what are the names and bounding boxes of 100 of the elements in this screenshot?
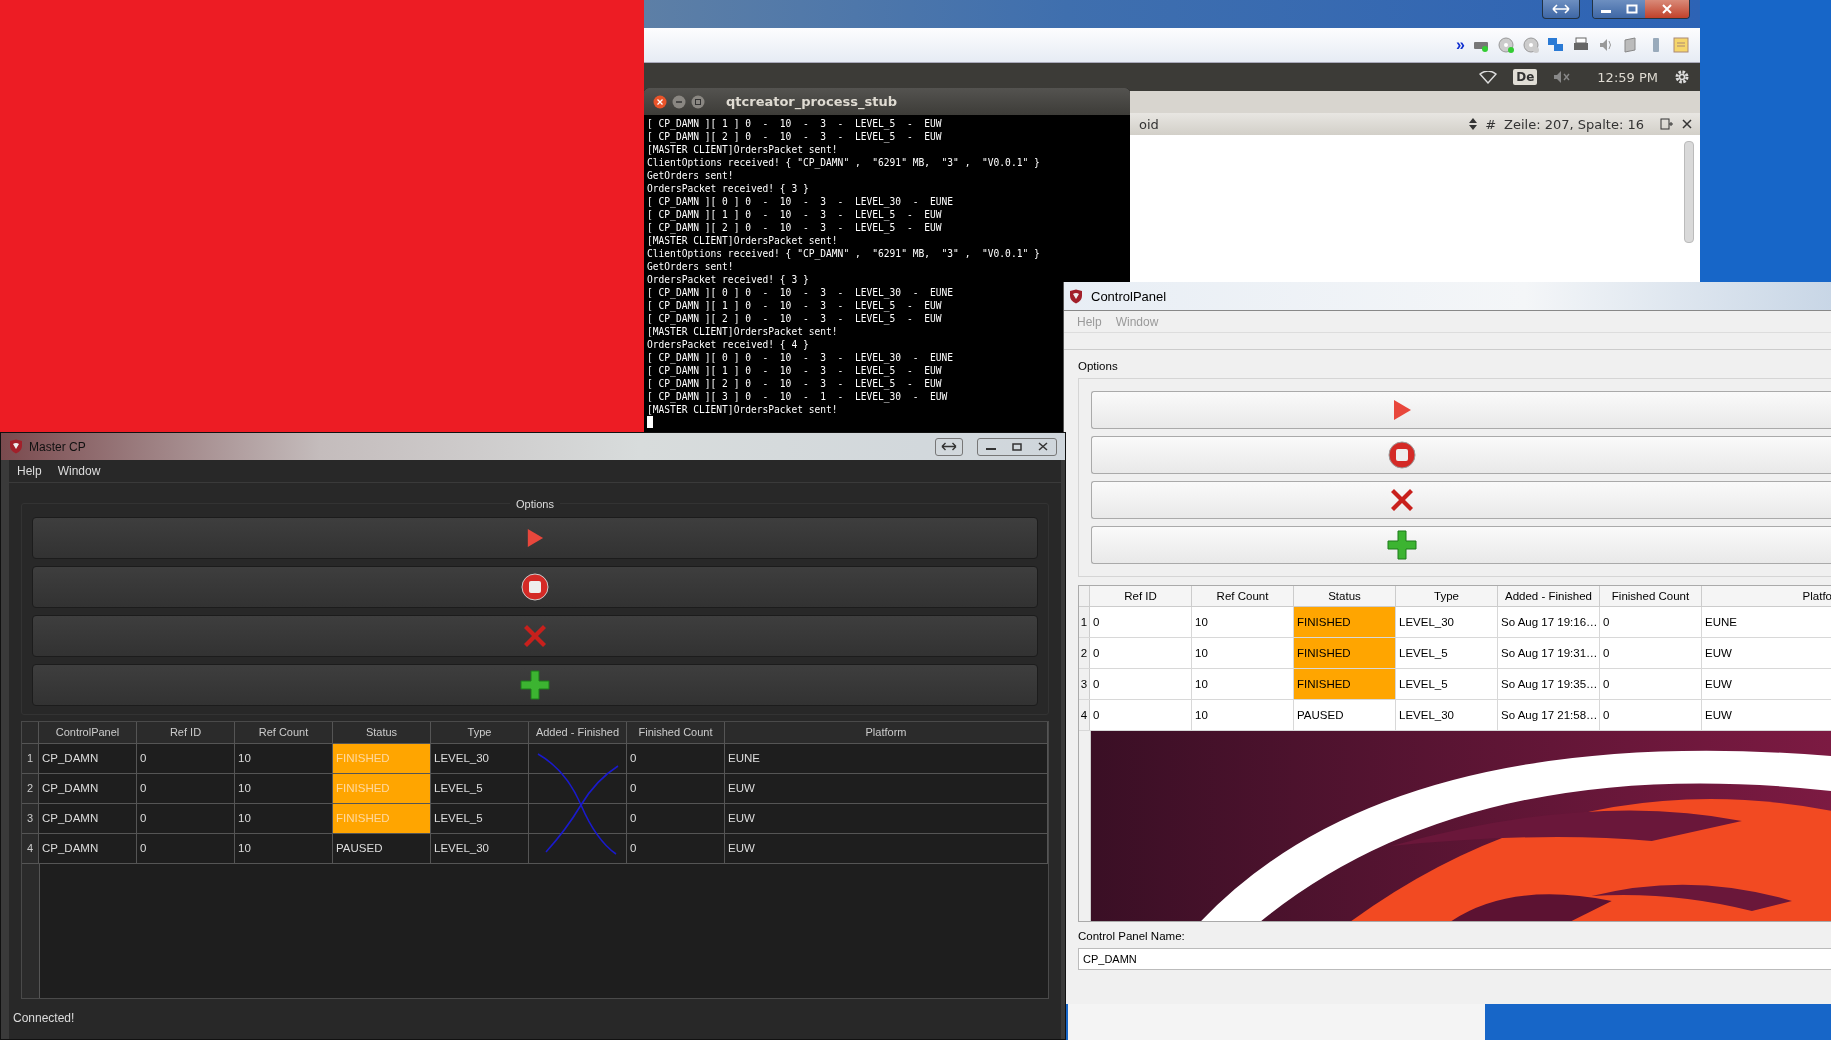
split-icon[interactable] <box>1660 118 1674 130</box>
stop-button[interactable] <box>1091 436 1831 474</box>
menu-item[interactable]: Help <box>17 464 42 478</box>
play-icon <box>526 527 544 549</box>
table-cell: 10 <box>1192 700 1294 730</box>
table-cell: CP_DAMN <box>39 804 137 833</box>
row-header[interactable]: 2 <box>1079 638 1090 668</box>
terminal-line: [MASTER CLIENT]OrdersPacket sent! <box>647 143 838 156</box>
column-header[interactable]: Finished Count <box>627 722 725 743</box>
resize-button[interactable] <box>935 437 963 456</box>
row-header[interactable]: 3 <box>1079 669 1090 699</box>
row-header[interactable]: 4 <box>22 834 39 863</box>
caret-icon[interactable] <box>1469 118 1478 130</box>
column-header[interactable]: Ref ID <box>137 722 235 743</box>
terminal-line: ClientOptions received! { "CP_DAMN" , "6291" MB, "3" , "V0.0.1" } <box>647 156 1040 169</box>
terminal-line: OrdersPacket received! { 3 } <box>647 182 809 195</box>
table-cell: EUNE <box>725 744 1048 773</box>
table-cell: LEVEL_5 <box>1396 669 1498 699</box>
clock[interactable]: 12:59 PM <box>1597 69 1658 85</box>
table-cell: EUW <box>725 834 1048 863</box>
row-header[interactable]: 4 <box>1079 700 1090 730</box>
terminal-line: [ CP_DAMN ][ 2 ] 0 - 10 - 3 - LEVEL_5 - EUW <box>647 221 942 234</box>
table-cell: 0 <box>137 834 235 863</box>
terminal-line: [ CP_DAMN ][ 1 ] 0 - 10 - 3 - LEVEL_5 - EUW <box>647 299 942 312</box>
table-cell: 0 <box>1090 669 1192 699</box>
table-cell: 0 <box>1600 669 1702 699</box>
column-header[interactable]: Type <box>1396 586 1498 606</box>
scrollbar[interactable] <box>1684 141 1694 243</box>
terminal-line: GetOrders sent! <box>647 260 734 273</box>
column-header[interactable]: Status <box>1294 586 1396 606</box>
close-button[interactable] <box>1645 0 1689 18</box>
status-cell: FINISHED <box>333 804 431 833</box>
resize-button[interactable] <box>1542 0 1580 19</box>
terminal-line: [ CP_DAMN ][ 1 ] 0 - 10 - 3 - LEVEL_5 - EUW <box>647 117 942 130</box>
column-header[interactable]: Platfo <box>1702 586 1831 606</box>
table-cell: 0 <box>1600 638 1702 668</box>
status-text: Connected! <box>13 1011 75 1025</box>
note-icon[interactable] <box>1672 36 1690 54</box>
close-icon[interactable] <box>653 94 667 109</box>
table-cell: CP_DAMN <box>39 744 137 773</box>
text-cursor <box>647 416 653 428</box>
table-cell: 0 <box>627 804 725 833</box>
name-input[interactable]: CP_DAMN <box>1078 948 1831 970</box>
column-header[interactable]: Platform <box>725 722 1048 743</box>
group-label: Options <box>1078 360 1119 372</box>
window-title: Master CP <box>29 439 86 454</box>
column-header[interactable]: Added - Finished <box>529 722 627 743</box>
table-cell-text: EUW <box>1704 646 1733 661</box>
row-header[interactable]: 1 <box>1079 607 1090 637</box>
table-cell-text: EUNE <box>1704 615 1738 630</box>
column-header[interactable]: Ref ID <box>1090 586 1192 606</box>
column-header[interactable]: Ref Count <box>235 722 333 743</box>
window-title: qtcreator_process_stub <box>726 94 897 109</box>
symbol-label: # <box>1485 116 1497 132</box>
stop-icon <box>521 573 549 601</box>
minimize-button[interactable] <box>1593 0 1619 18</box>
menu-item[interactable]: Window <box>57 464 101 478</box>
table-cell-text: EUW <box>1704 677 1733 692</box>
plus-icon <box>520 670 550 700</box>
row-header[interactable]: 1 <box>22 744 39 773</box>
terminal-line: [ CP_DAMN ][ 1 ] 0 - 10 - 3 - LEVEL_5 - EUW <box>647 208 942 221</box>
muted-speaker-icon[interactable] <box>1553 70 1572 84</box>
column-header[interactable]: ControlPanel <box>39 722 137 743</box>
terminal-line: [ CP_DAMN ][ 0 ] 0 - 10 - 3 - LEVEL_30 - EUNE <box>647 351 954 364</box>
add-button[interactable] <box>1091 526 1831 564</box>
wifi-icon[interactable] <box>1479 70 1498 84</box>
close-icon[interactable] <box>1682 119 1692 129</box>
column-header[interactable]: Ref Count <box>1192 586 1294 606</box>
table-cell: So Aug 17 19:16… <box>1498 607 1600 637</box>
table-cell: 0 <box>137 744 235 773</box>
keyboard-layout-indicator[interactable]: De <box>1513 69 1538 85</box>
settings-icon[interactable] <box>1674 69 1690 85</box>
disc-icon[interactable] <box>1497 36 1515 54</box>
column-header[interactable]: Finished Count <box>1600 586 1702 606</box>
terminal-line: GetOrders sent! <box>647 169 734 182</box>
disc-icon[interactable] <box>1522 36 1540 54</box>
minimize-icon[interactable] <box>672 94 686 109</box>
column-header[interactable]: Type <box>431 722 529 743</box>
row-header[interactable]: 2 <box>22 774 39 803</box>
group-label: Options <box>510 498 560 510</box>
remove-button[interactable] <box>1091 481 1831 519</box>
terminal-line: [ CP_DAMN ][ 2 ] 0 - 10 - 3 - LEVEL_5 - EUW <box>647 377 942 390</box>
terminal-line: [ CP_DAMN ][ 2 ] 0 - 10 - 3 - LEVEL_5 - EUW <box>647 130 942 143</box>
table-cell-text: EUW <box>1704 708 1733 723</box>
terminal-line: [ CP_DAMN ][ 2 ] 0 - 10 - 3 - LEVEL_5 - EUW <box>647 312 942 325</box>
maximize-icon[interactable] <box>691 94 705 109</box>
file-name[interactable]: oid <box>1139 116 1462 132</box>
table-cell: 0 <box>1600 700 1702 730</box>
column-header[interactable]: Added - Finished <box>1498 586 1600 606</box>
maximize-icon <box>1626 4 1638 14</box>
overflow-button[interactable]: » <box>1456 36 1465 54</box>
row-header[interactable]: 3 <box>22 804 39 833</box>
terminal-line: [ CP_DAMN ][ 0 ] 0 - 10 - 3 - LEVEL_30 - EUNE <box>647 286 954 299</box>
column-header[interactable]: Status <box>333 722 431 743</box>
terminal-line: [ CP_DAMN ][ 3 ] 0 - 10 - 1 - LEVEL_30 - EUW <box>647 390 948 403</box>
table-cell: So Aug 17 19:35… <box>1498 669 1600 699</box>
status-cell: FINISHED <box>1294 669 1396 699</box>
status-cell: PAUSED <box>333 834 431 863</box>
maximize-button[interactable] <box>1619 0 1645 18</box>
play-button[interactable] <box>1091 391 1831 429</box>
